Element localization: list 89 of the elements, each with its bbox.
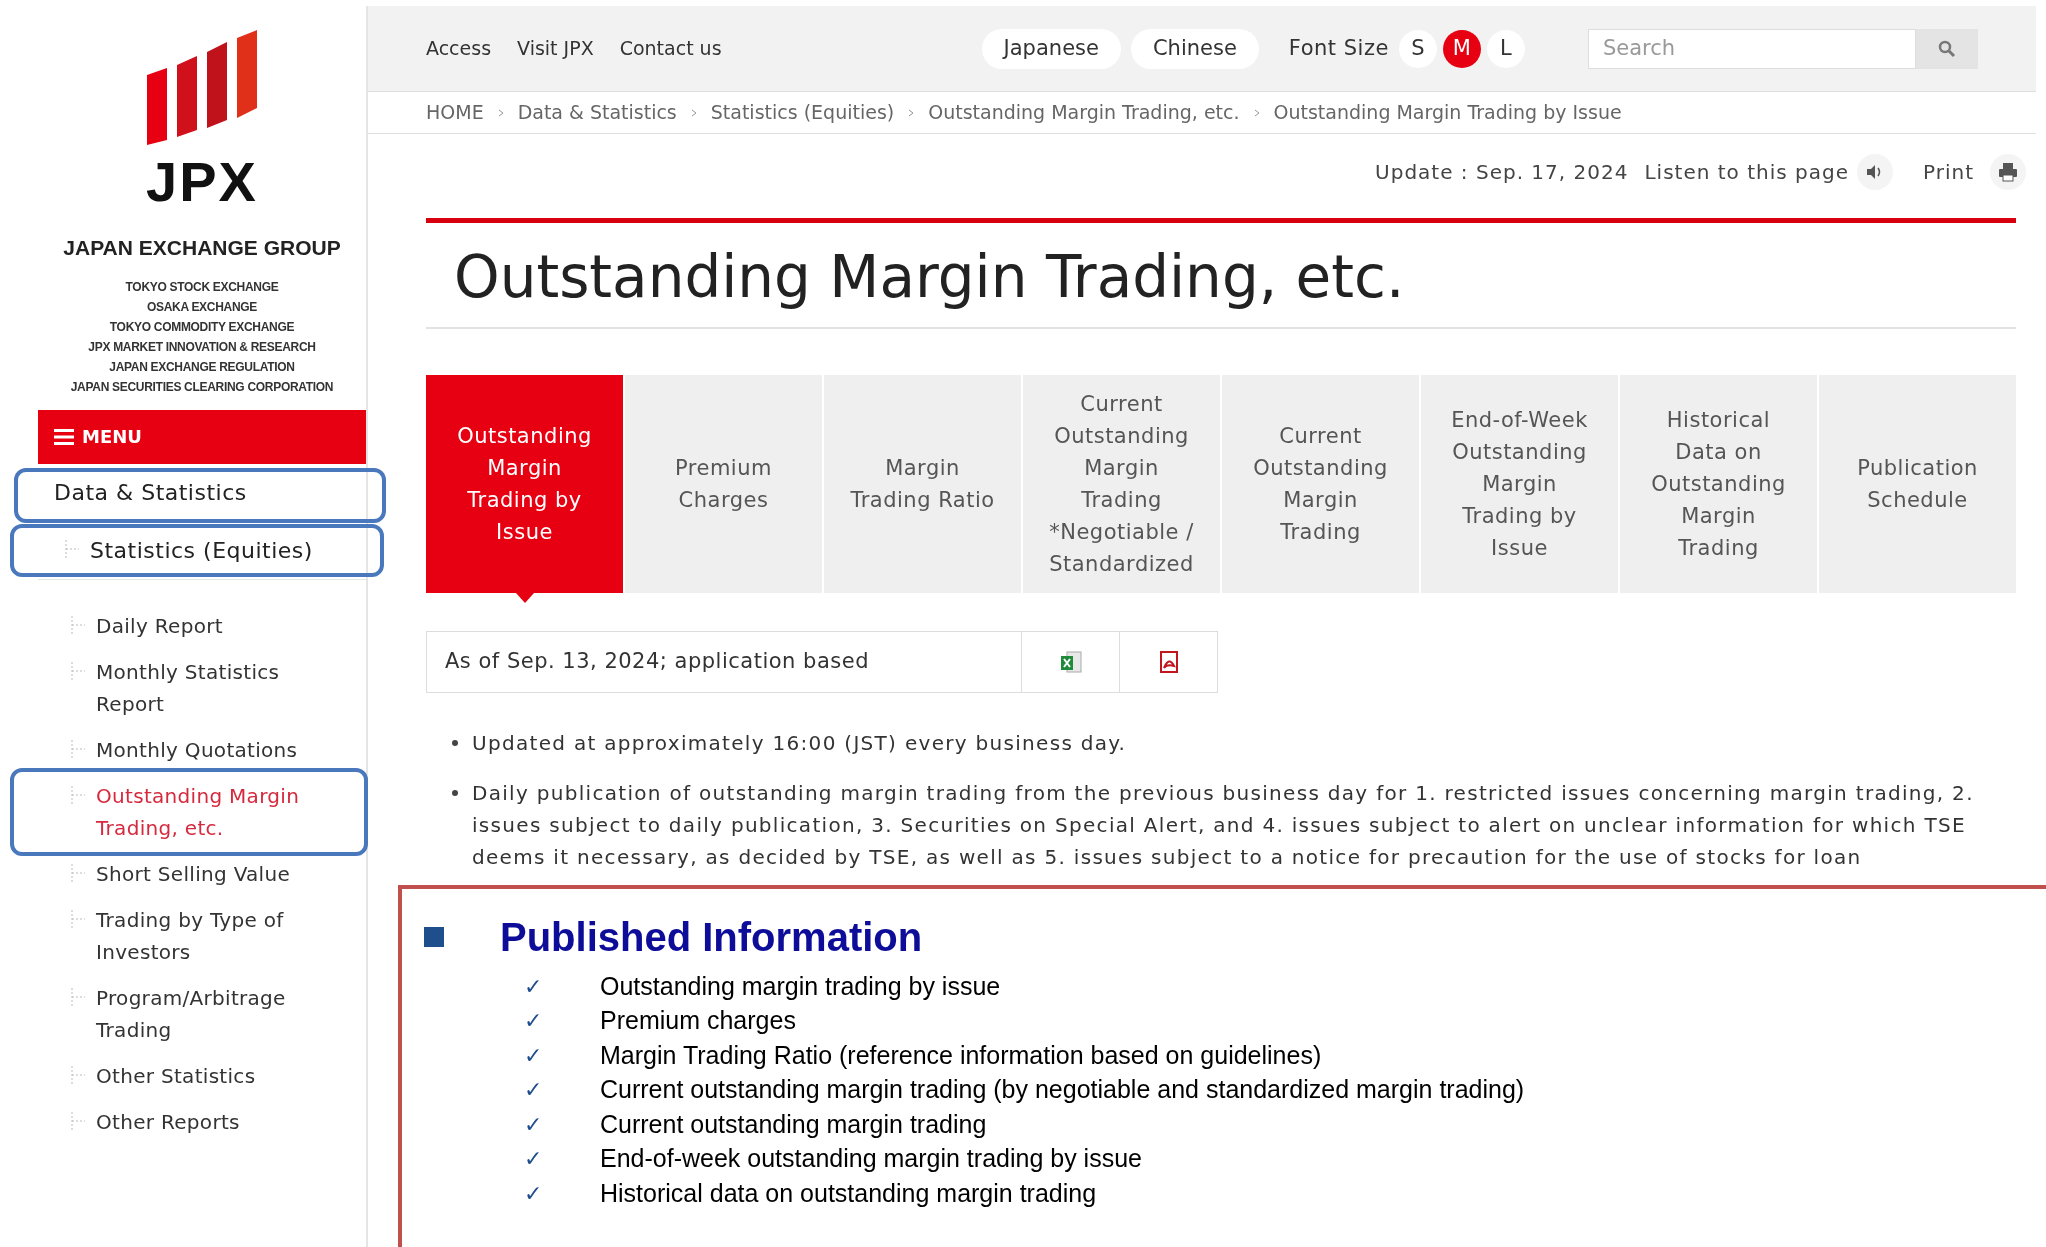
chevron-icon	[690, 108, 697, 117]
tree-connector-icon	[70, 987, 86, 1006]
listen-label: Listen to this page	[1644, 159, 1849, 186]
nav-item[interactable]: Outstanding Margin Trading, etc.	[96, 779, 338, 844]
print-label: Print	[1923, 159, 1974, 186]
check-mark: ✓	[524, 1145, 544, 1174]
tab[interactable]: Historical Data on Outstanding Margin Trading	[1620, 374, 1817, 593]
callout-item: Outstanding margin trading by issue	[600, 970, 1001, 1002]
callout-item: Current outstanding margin trading (by negotiable and standardized margin trading)	[600, 1074, 1525, 1105]
chevron-icon	[497, 108, 504, 117]
breadcrumb-link[interactable]: Data & Statistics	[517, 98, 677, 127]
language-button[interactable]: Chinese	[1130, 28, 1259, 69]
member-name: JAPAN SECURITIES CLEARING CORPORATION	[70, 378, 334, 396]
font-size-button[interactable]: L	[1486, 29, 1525, 68]
tab[interactable]: Margin Trading Ratio	[824, 374, 1021, 593]
bullet-icon	[452, 789, 458, 796]
callout-title: Published Information	[500, 914, 923, 961]
note-text: Daily publication of outstanding margin trading from the previous business day for 1. restricted issues concerning margin trading, 2. issues subject to daily publication, 3. Securities on Special Alert, and 4. issues subject to alert on unclear information for which TSE deems it necessary, as decided by TSE, as well as 5. issues subject to a notice for precaution for the use of stocks for loan	[472, 779, 1975, 871]
nav-item[interactable]: Data & Statistics	[54, 479, 247, 505]
search-field[interactable]: Search	[1588, 28, 1916, 69]
font-size-label: Font Size	[1288, 34, 1389, 62]
tab[interactable]: Publication Schedule	[1819, 374, 2016, 593]
search-icon	[1938, 39, 1956, 58]
breadcrumb-link[interactable]: Outstanding Margin Trading, etc.	[928, 98, 1240, 127]
check-mark: ✓	[524, 1007, 544, 1036]
tree-connector-icon	[70, 785, 86, 804]
check-mark: ✓	[524, 1076, 544, 1105]
header-link[interactable]: Access	[426, 34, 492, 63]
update-date: Update : Sep. 17, 2024	[1375, 159, 1629, 186]
menu-button[interactable]: MENU	[38, 409, 366, 464]
member-name: JAPAN EXCHANGE REGULATION	[109, 358, 295, 376]
menu-icon	[54, 427, 74, 446]
tab-pointer-icon	[515, 592, 534, 603]
tree-connector-icon	[70, 739, 86, 758]
language-button[interactable]: Japanese	[981, 28, 1121, 69]
check-mark: ✓	[524, 1041, 544, 1070]
header-link[interactable]: Contact us	[619, 34, 722, 63]
speaker-button[interactable]	[1857, 154, 1893, 190]
breadcrumb-link[interactable]: Outstanding Margin Trading by Issue	[1273, 98, 1622, 127]
tree-connector-icon	[64, 539, 80, 558]
tree-connector-icon	[70, 615, 86, 634]
note-text: Updated at approximately 16:00 (JST) every business day.	[472, 729, 1127, 757]
tree-connector-icon	[70, 1111, 86, 1130]
nav-item[interactable]: Other Statistics	[96, 1059, 256, 1092]
breadcrumb-link[interactable]: HOME	[426, 98, 484, 127]
header-link[interactable]: Visit JPX	[517, 34, 594, 63]
check-mark: ✓	[524, 1179, 544, 1208]
callout-item: Historical data on outstanding margin trading	[600, 1177, 1097, 1209]
nav-item[interactable]: Monthly Quotations	[96, 733, 298, 766]
square-bullet-icon	[424, 927, 444, 947]
page-title: Outstanding Margin Trading, etc.	[426, 223, 2016, 329]
nav-item[interactable]: Statistics (Equities)	[90, 533, 313, 567]
tab[interactable]: Premium Charges	[625, 374, 822, 593]
member-name: JPX MARKET INNOVATION & RESEARCH	[88, 338, 316, 356]
member-name: OSAKA EXCHANGE	[146, 298, 257, 316]
tree-connector-icon	[70, 661, 86, 680]
font-size-button[interactable]: M	[1442, 29, 1481, 68]
tree-connector-icon	[70, 909, 86, 928]
spreadsheet-icon	[1058, 649, 1083, 674]
font-size-button[interactable]: S	[1398, 29, 1437, 68]
member-name: TOKYO COMMODITY EXCHANGE	[109, 318, 295, 336]
chevron-icon	[1253, 108, 1260, 117]
nav-item[interactable]: Trading by Type of Investors	[96, 903, 338, 968]
search-button[interactable]	[1916, 28, 1978, 69]
logo-wordmark: JPX	[146, 154, 258, 210]
breadcrumb-link[interactable]: Statistics (Equities)	[710, 98, 895, 127]
bullet-icon	[452, 739, 458, 746]
group-name: JAPAN EXCHANGE GROUP	[63, 235, 341, 261]
tree-connector-icon	[70, 863, 86, 882]
check-mark: ✓	[524, 1110, 544, 1139]
tab[interactable]: End-of-Week Outstanding Margin Trading by Issue	[1421, 374, 1618, 593]
callout-item: Premium charges	[600, 1005, 796, 1036]
tab[interactable]: Current Outstanding Margin Trading	[1222, 374, 1419, 593]
callout-item: Margin Trading Ratio (reference information based on guidelines)	[600, 1039, 1322, 1071]
chevron-icon	[908, 108, 915, 117]
nav-item[interactable]: Daily Report	[96, 609, 223, 642]
nav-item[interactable]: Other Reports	[96, 1105, 240, 1138]
printer-icon	[1998, 162, 2018, 182]
tab[interactable]: Current Outstanding Margin Trading *Negotiable / Standardized	[1023, 374, 1220, 593]
callout-item: End-of-week outstanding margin trading by issue	[600, 1143, 1142, 1174]
tree-connector-icon	[70, 1065, 86, 1084]
data-date: As of Sep. 13, 2024; application based	[444, 647, 870, 675]
nav-item[interactable]: Monthly Statistics Report	[96, 655, 338, 720]
check-mark: ✓	[524, 972, 544, 1001]
print-button[interactable]	[1990, 154, 2026, 190]
callout-item: Current outstanding margin trading	[600, 1108, 987, 1140]
nav-item[interactable]: Short Selling Value	[96, 857, 291, 890]
member-name: TOKYO STOCK EXCHANGE	[125, 278, 279, 296]
nav-item[interactable]: Program/Arbitrage Trading	[96, 981, 338, 1046]
